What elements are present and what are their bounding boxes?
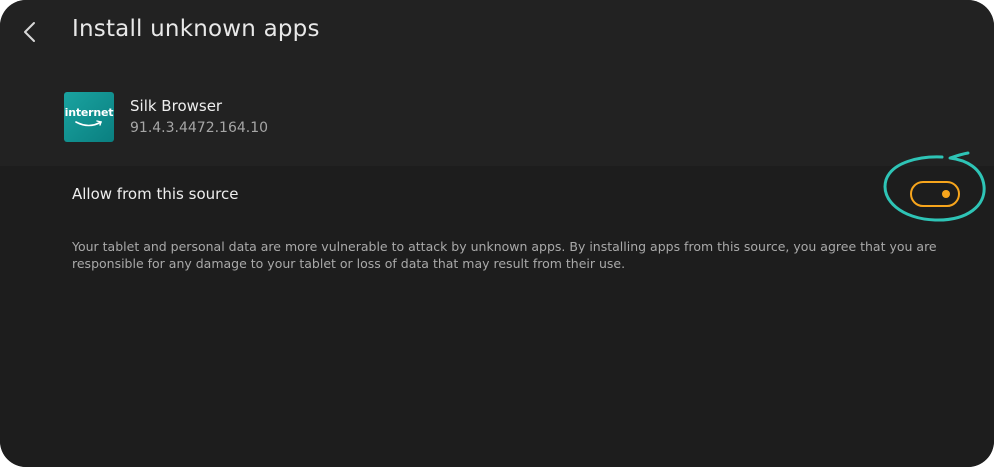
silk-browser-app-icon: internet [64,92,114,142]
allow-from-source-toggle[interactable] [910,181,960,207]
allow-from-source-label[interactable]: Allow from this source [72,185,238,203]
smile-arrow-icon [75,120,102,127]
app-version: 91.4.3.4472.164.10 [130,120,269,136]
setting-section [0,166,994,467]
header: Install unknown apps internet Silk Brows… [0,0,994,166]
app-name: Silk Browser [130,97,223,115]
settings-screen: Install unknown apps internet Silk Brows… [0,0,994,467]
page-title: Install unknown apps [72,16,320,42]
app-icon-label: internet [64,106,114,119]
chevron-left-icon [24,22,35,42]
setting-description: Your tablet and personal data are more v… [72,239,937,271]
back-button[interactable] [14,16,46,48]
toggle-knob [942,190,950,198]
